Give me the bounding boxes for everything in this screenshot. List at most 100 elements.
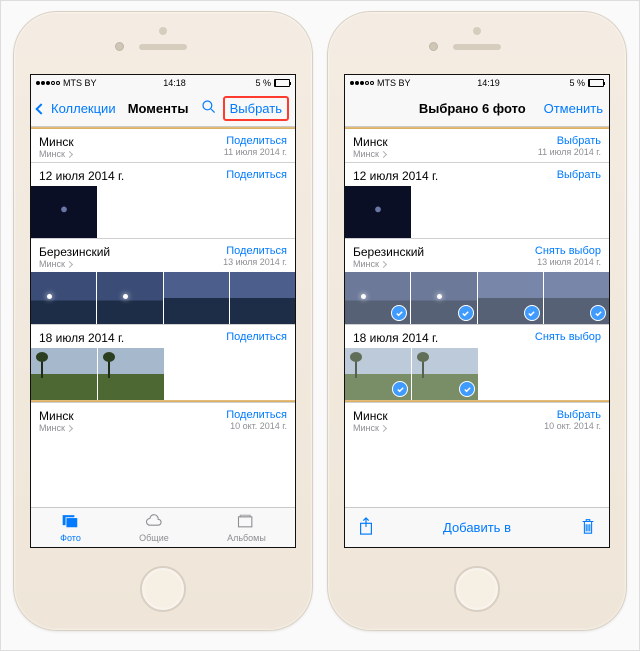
section-subtitle: Минск bbox=[353, 423, 388, 433]
select-section-button[interactable]: Выбрать bbox=[538, 135, 601, 147]
share-button[interactable]: Поделиться bbox=[226, 331, 287, 343]
cancel-button[interactable]: Отменить bbox=[544, 101, 603, 116]
earpiece-speaker bbox=[453, 44, 501, 50]
section-header[interactable]: 18 июля 2014 г. Поделиться bbox=[31, 325, 295, 348]
section-subtitle: Минск bbox=[39, 149, 74, 159]
share-button[interactable]: Поделиться bbox=[226, 169, 287, 181]
section-title: Минск bbox=[39, 409, 74, 423]
section-header[interactable]: Минск Минск Поделиться 10 окт. 2014 г. bbox=[31, 403, 295, 436]
section-subtitle: Минск bbox=[353, 149, 388, 159]
screen-right: MTS BY 14:19 5 % Выбрано 6 фото Отменить bbox=[344, 74, 610, 548]
thumb-row bbox=[31, 186, 295, 238]
section-title: 18 июля 2014 г. bbox=[39, 331, 124, 345]
nav-bar: Выбрано 6 фото Отменить bbox=[345, 91, 609, 127]
selection-toolbar: Добавить в bbox=[345, 507, 609, 547]
nav-title: Моменты bbox=[128, 101, 189, 116]
photo-thumb[interactable] bbox=[345, 348, 411, 400]
photo-thumb[interactable] bbox=[31, 186, 97, 238]
photo-thumb[interactable] bbox=[230, 272, 295, 324]
photo-thumb[interactable] bbox=[412, 348, 478, 400]
photo-thumb[interactable] bbox=[544, 272, 609, 324]
photo-thumb[interactable] bbox=[31, 348, 97, 400]
home-button[interactable] bbox=[454, 566, 500, 612]
share-button[interactable]: Поделиться bbox=[223, 245, 287, 257]
select-section-button[interactable]: Выбрать bbox=[544, 409, 601, 421]
screen-left: MTS BY 14:18 5 % Коллекции Моменты bbox=[30, 74, 296, 548]
section-header[interactable]: 12 июля 2014 г. Выбрать bbox=[345, 163, 609, 186]
section-title: 18 июля 2014 г. bbox=[353, 331, 438, 345]
share-button[interactable]: Поделиться bbox=[224, 135, 287, 147]
photo-thumb[interactable] bbox=[97, 272, 162, 324]
cloud-icon bbox=[144, 512, 164, 532]
deselect-section-button[interactable]: Снять выбор bbox=[535, 245, 601, 257]
section-header[interactable]: Минск Минск Выбрать 11 июля 2014 г. bbox=[345, 129, 609, 162]
section-title: Березинский bbox=[353, 245, 424, 259]
select-label: Выбрать bbox=[230, 101, 282, 116]
section-title: Березинский bbox=[39, 245, 110, 259]
thumb-row bbox=[345, 348, 609, 400]
section-header[interactable]: Минск Минск Поделиться 11 июля 2014 г. bbox=[31, 129, 295, 162]
share-button[interactable] bbox=[357, 516, 375, 539]
photo-thumb[interactable] bbox=[164, 272, 229, 324]
photo-thumb[interactable] bbox=[411, 272, 476, 324]
section-date: 10 окт. 2014 г. bbox=[226, 421, 287, 431]
photo-thumb[interactable] bbox=[478, 272, 543, 324]
section-date: 10 окт. 2014 г. bbox=[544, 421, 601, 431]
checkmark-icon bbox=[590, 305, 606, 321]
section-date: 13 июля 2014 г. bbox=[223, 257, 287, 267]
add-to-button[interactable]: Добавить в bbox=[443, 520, 511, 535]
section-header[interactable]: Березинский Минск Снять выбор 13 июля 20… bbox=[345, 239, 609, 272]
signal-strength-icon bbox=[36, 81, 60, 85]
tab-albums[interactable]: Альбомы bbox=[227, 512, 266, 543]
photo-thumb[interactable] bbox=[345, 186, 411, 238]
clock: 14:18 bbox=[163, 78, 186, 88]
section-header[interactable]: 18 июля 2014 г. Снять выбор bbox=[345, 325, 609, 348]
select-button[interactable]: Выбрать bbox=[223, 96, 289, 121]
front-camera bbox=[115, 42, 124, 51]
section-subtitle: Минск bbox=[353, 259, 424, 269]
search-button[interactable] bbox=[201, 99, 217, 118]
proximity-sensor bbox=[473, 27, 481, 35]
chevron-right-icon bbox=[380, 150, 387, 157]
phone-pair: MTS BY 14:18 5 % Коллекции Моменты bbox=[1, 1, 639, 641]
select-section-button[interactable]: Выбрать bbox=[557, 169, 601, 181]
section-date: 11 июля 2014 г. bbox=[538, 147, 601, 157]
back-button[interactable]: Коллекции bbox=[37, 101, 116, 116]
earpiece-speaker bbox=[139, 44, 187, 50]
deselect-section-button[interactable]: Снять выбор bbox=[535, 331, 601, 343]
photos-icon bbox=[61, 512, 81, 532]
tab-shared[interactable]: Общие bbox=[139, 512, 169, 543]
phone-bezel-top bbox=[328, 12, 626, 74]
status-bar: MTS BY 14:18 5 % bbox=[31, 75, 295, 91]
phone-right: MTS BY 14:19 5 % Выбрано 6 фото Отменить bbox=[327, 11, 627, 631]
section-header[interactable]: 12 июля 2014 г. Поделиться bbox=[31, 163, 295, 186]
moments-scroll[interactable]: Минск Минск Выбрать 11 июля 2014 г. 12 и… bbox=[345, 127, 609, 507]
section-subtitle: Минск bbox=[39, 423, 74, 433]
photo-thumb[interactable] bbox=[98, 348, 164, 400]
home-button[interactable] bbox=[140, 566, 186, 612]
section-title: Минск bbox=[353, 135, 388, 149]
section-date: 11 июля 2014 г. bbox=[224, 147, 287, 157]
photo-thumb[interactable] bbox=[31, 272, 96, 324]
chevron-right-icon bbox=[66, 424, 73, 431]
section-header[interactable]: Березинский Минск Поделиться 13 июля 201… bbox=[31, 239, 295, 272]
checkmark-icon bbox=[459, 381, 475, 397]
moments-scroll[interactable]: Минск Минск Поделиться 11 июля 2014 г. 1… bbox=[31, 127, 295, 507]
photo-thumb[interactable] bbox=[345, 272, 410, 324]
share-button[interactable]: Поделиться bbox=[226, 409, 287, 421]
back-label: Коллекции bbox=[51, 101, 116, 116]
tab-photos[interactable]: Фото bbox=[60, 512, 81, 543]
checkmark-icon bbox=[458, 305, 474, 321]
battery-percent: 5 % bbox=[255, 78, 271, 88]
nav-title: Выбрано 6 фото bbox=[419, 101, 526, 116]
section-title: 12 июля 2014 г. bbox=[39, 169, 124, 183]
thumb-row bbox=[31, 272, 295, 324]
checkmark-icon bbox=[391, 305, 407, 321]
battery-icon bbox=[588, 79, 604, 87]
checkmark-icon bbox=[392, 381, 408, 397]
phone-left: MTS BY 14:18 5 % Коллекции Моменты bbox=[13, 11, 313, 631]
section-header[interactable]: Минск Минск Выбрать 10 окт. 2014 г. bbox=[345, 403, 609, 436]
carrier-label: MTS BY bbox=[63, 78, 97, 88]
trash-button[interactable] bbox=[579, 516, 597, 539]
section-subtitle: Минск bbox=[39, 259, 110, 269]
